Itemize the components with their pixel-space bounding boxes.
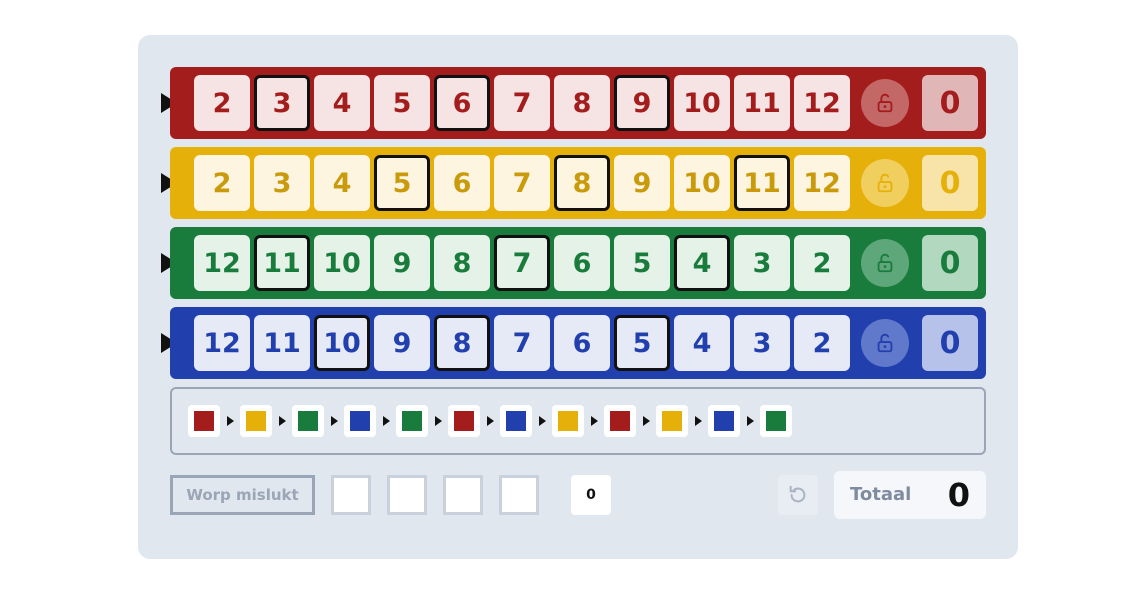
sequence-arrow-icon (591, 416, 598, 426)
row-green-cell[interactable]: 11 (254, 235, 310, 291)
row-blue: 12 11 10 9 8 7 6 5 4 3 2 0 (170, 307, 986, 379)
row-blue-cell[interactable]: 12 (194, 315, 250, 371)
row-red-score: 0 (922, 75, 978, 131)
sequence-color-square (500, 405, 532, 437)
row-green-cell[interactable]: 8 (434, 235, 490, 291)
row-yellow-cell[interactable]: 7 (494, 155, 550, 211)
unlocked-padlock-icon (877, 93, 893, 113)
sequence-arrow-icon (227, 416, 234, 426)
row-blue-lock-button[interactable] (861, 319, 909, 367)
row-yellow-cell[interactable]: 11 (734, 155, 790, 211)
sequence-color-square (656, 405, 688, 437)
row-yellow-cell[interactable]: 4 (314, 155, 370, 211)
failed-roll-checkbox-2[interactable] (387, 475, 427, 515)
sequence-color-square (292, 405, 324, 437)
failed-roll-count: 0 (571, 475, 611, 515)
sequence-color-square (240, 405, 272, 437)
undo-icon (789, 485, 806, 503)
sequence-arrow-icon (695, 416, 702, 426)
sequence-color-square (552, 405, 584, 437)
row-red-cell[interactable]: 5 (374, 75, 430, 131)
undo-button[interactable] (778, 475, 818, 515)
row-red-cell[interactable]: 4 (314, 75, 370, 131)
row-green-cell[interactable]: 4 (674, 235, 730, 291)
row-green-cell[interactable]: 5 (614, 235, 670, 291)
row-blue-score: 0 (922, 315, 978, 371)
row-blue-cell[interactable]: 7 (494, 315, 550, 371)
total-label: Totaal (850, 484, 912, 505)
row-red: 2 3 4 5 6 7 8 9 10 11 12 0 (170, 67, 986, 139)
row-green-cell[interactable]: 12 (194, 235, 250, 291)
sequence-arrow-icon (435, 416, 442, 426)
row-blue-cell[interactable]: 4 (674, 315, 730, 371)
row-yellow-cell[interactable]: 6 (434, 155, 490, 211)
row-red-cell[interactable]: 3 (254, 75, 310, 131)
sequence-arrow-icon (331, 416, 338, 426)
row-red-cell[interactable]: 7 (494, 75, 550, 131)
row-red-cell[interactable]: 8 (554, 75, 610, 131)
row-red-lock-button[interactable] (861, 79, 909, 127)
row-yellow-cell[interactable]: 12 (794, 155, 850, 211)
sequence-color-square (396, 405, 428, 437)
failed-roll-checkbox-1[interactable] (331, 475, 371, 515)
sequence-color-square (344, 405, 376, 437)
row-green-cell[interactable]: 7 (494, 235, 550, 291)
row-green-lock-button[interactable] (861, 239, 909, 287)
row-blue-cell[interactable]: 6 (554, 315, 610, 371)
row-red-cell[interactable]: 11 (734, 75, 790, 131)
row-blue-cell[interactable]: 9 (374, 315, 430, 371)
total-value: 0 (947, 476, 970, 514)
row-yellow-cell[interactable]: 5 (374, 155, 430, 211)
sequence-color-square (760, 405, 792, 437)
row-green-cell[interactable]: 10 (314, 235, 370, 291)
total-score-panel: Totaal 0 (834, 471, 986, 519)
row-green-score: 0 (922, 235, 978, 291)
sequence-color-square (708, 405, 740, 437)
row-yellow-lock-button[interactable] (861, 159, 909, 207)
row-blue-cell[interactable]: 8 (434, 315, 490, 371)
sequence-arrow-icon (279, 416, 286, 426)
row-green-cell[interactable]: 9 (374, 235, 430, 291)
row-yellow-score: 0 (922, 155, 978, 211)
row-yellow-cell[interactable]: 2 (194, 155, 250, 211)
row-blue-cell[interactable]: 10 (314, 315, 370, 371)
unlocked-padlock-icon (877, 173, 893, 193)
row-red-cell[interactable]: 9 (614, 75, 670, 131)
sequence-color-square (188, 405, 220, 437)
sequence-arrow-icon (383, 416, 390, 426)
row-blue-cell[interactable]: 3 (734, 315, 790, 371)
sequence-arrow-icon (747, 416, 754, 426)
sequence-arrow-icon (643, 416, 650, 426)
row-red-cell[interactable]: 2 (194, 75, 250, 131)
failed-roll-checkbox-4[interactable] (499, 475, 539, 515)
row-blue-cell[interactable]: 11 (254, 315, 310, 371)
row-red-cell[interactable]: 10 (674, 75, 730, 131)
row-red-cell[interactable]: 6 (434, 75, 490, 131)
row-blue-cell[interactable]: 2 (794, 315, 850, 371)
sequence-color-square (604, 405, 636, 437)
row-yellow-cell[interactable]: 10 (674, 155, 730, 211)
failed-roll-checkbox-3[interactable] (443, 475, 483, 515)
row-green: 12 11 10 9 8 7 6 5 4 3 2 0 (170, 227, 986, 299)
unlocked-padlock-icon (877, 253, 893, 273)
sequence-color-square (448, 405, 480, 437)
row-yellow-cell[interactable]: 8 (554, 155, 610, 211)
sequence-arrow-icon (487, 416, 494, 426)
unlocked-padlock-icon (877, 333, 893, 353)
row-blue-cell[interactable]: 5 (614, 315, 670, 371)
row-yellow-cell[interactable]: 9 (614, 155, 670, 211)
row-yellow-cell[interactable]: 3 (254, 155, 310, 211)
row-green-cell[interactable]: 6 (554, 235, 610, 291)
failed-roll-button[interactable]: Worp mislukt (170, 475, 315, 515)
row-yellow: 2 3 4 5 6 7 8 9 10 11 12 0 (170, 147, 986, 219)
sequence-arrow-icon (539, 416, 546, 426)
row-green-cell[interactable]: 2 (794, 235, 850, 291)
row-red-cell[interactable]: 12 (794, 75, 850, 131)
row-green-cell[interactable]: 3 (734, 235, 790, 291)
